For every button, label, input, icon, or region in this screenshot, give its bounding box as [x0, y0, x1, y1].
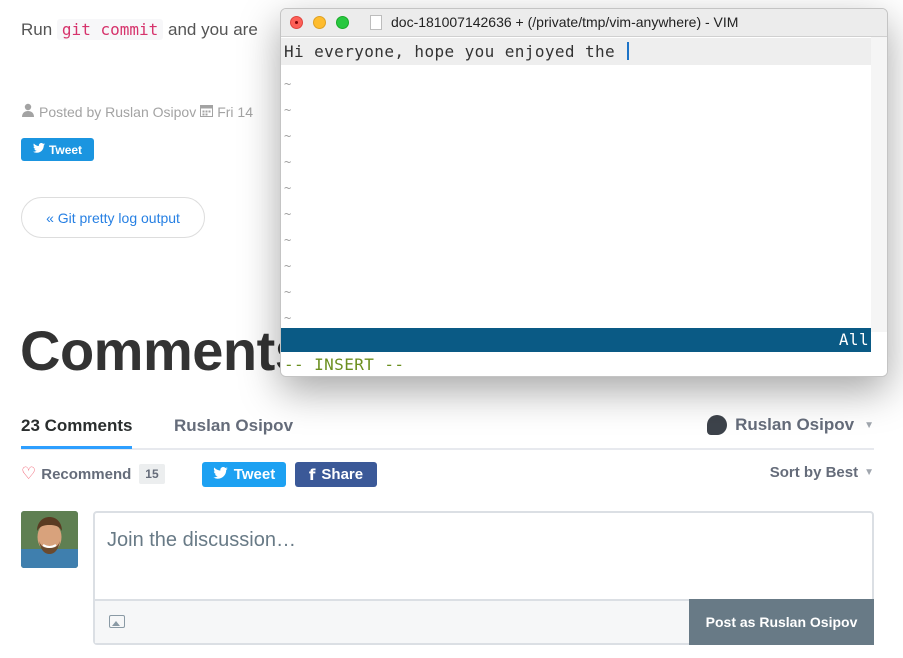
intro-paragraph: Run git commit and you are — [21, 19, 258, 40]
vim-mode-indicator: -- INSERT -- — [284, 355, 405, 374]
empty-line-marker: ~ — [284, 311, 292, 325]
comment-input[interactable]: Join the discussion… — [107, 529, 296, 552]
status-position: All — [838, 330, 869, 349]
tweet-label: Tweet — [233, 466, 276, 483]
vim-window: doc-181007142636 + (/private/tmp/vim-any… — [280, 8, 888, 377]
empty-line-marker: ~ — [284, 155, 292, 169]
avatar[interactable] — [21, 511, 78, 568]
recommend-label: Recommend — [41, 465, 132, 483]
scrollbar[interactable] — [871, 37, 887, 332]
account-name: Ruslan Osipov — [735, 415, 855, 434]
post-date: Fri 14 — [217, 103, 253, 120]
heart-icon: ♡ — [21, 464, 37, 483]
vim-buffer[interactable]: Hi everyone, hope you enjoyed the ~ ~ ~ … — [281, 37, 887, 376]
composer-toolbar: Post as Ruslan Osipov — [95, 599, 874, 645]
recommend-count: 15 — [139, 464, 165, 484]
disqus-actions: ♡ Recommend 15 Tweet f Share Sort by Bes… — [21, 462, 874, 490]
facebook-f-icon: f — [308, 465, 316, 484]
intro-text-suffix: and you are — [167, 20, 258, 39]
status-file: <vate/tmp/vim-anywhere/doc-181007142636 … — [344, 349, 826, 368]
window-title: doc-181007142636 + (/private/tmp/vim-any… — [391, 14, 739, 30]
user-icon — [21, 103, 35, 120]
twitter-bird-icon — [213, 466, 228, 483]
comments-heading: Comments — [20, 319, 306, 382]
tweet-button-small[interactable]: Tweet — [21, 138, 94, 161]
chat-bubble-icon — [707, 415, 728, 435]
empty-line-marker: ~ — [284, 181, 292, 195]
window-titlebar[interactable]: doc-181007142636 + (/private/tmp/vim-any… — [281, 9, 887, 37]
document-icon — [370, 15, 382, 30]
previous-post-link[interactable]: « Git pretty log output — [21, 197, 205, 238]
comment-composer: Join the discussion… Post as Ruslan Osip… — [93, 511, 874, 645]
intro-text-prefix: Run — [21, 20, 53, 39]
empty-line-marker: ~ — [284, 285, 292, 299]
sort-label: Sort by Best — [769, 464, 859, 481]
vim-status-line: <vate/tmp/vim-anywhere/doc-181007142636 … — [281, 328, 871, 368]
empty-line-marker: ~ — [284, 233, 292, 247]
chevron-down-icon: ▼ — [864, 467, 874, 478]
empty-line-marker: ~ — [284, 259, 292, 273]
empty-line-marker: ~ — [284, 77, 292, 91]
chevron-down-icon: ▼ — [864, 419, 874, 431]
recommend-button[interactable]: ♡ Recommend 15 — [21, 464, 165, 484]
account-menu[interactable]: Ruslan Osipov ▼ — [707, 415, 874, 435]
minimize-icon[interactable] — [313, 16, 326, 29]
disqus-tabs: 23 Comments Ruslan Osipov Ruslan Osipov … — [21, 413, 874, 450]
sort-dropdown[interactable]: Sort by Best ▼ — [770, 464, 874, 481]
empty-line-marker: ~ — [284, 129, 292, 143]
tweet-label: Tweet — [48, 142, 83, 157]
empty-line-marker: ~ — [284, 103, 292, 117]
close-icon[interactable] — [290, 16, 303, 29]
calendar-icon — [200, 104, 214, 120]
post-button[interactable]: Post as Ruslan Osipov — [689, 599, 874, 645]
zoom-icon[interactable] — [336, 16, 349, 29]
image-upload-icon[interactable] — [109, 615, 125, 628]
tab-user[interactable]: Ruslan Osipov — [174, 416, 293, 436]
text-cursor — [627, 42, 630, 60]
empty-line-marker: ~ — [284, 207, 292, 221]
share-label: Share — [321, 466, 364, 483]
tweet-button[interactable]: Tweet — [202, 462, 286, 487]
share-button[interactable]: f Share — [295, 462, 377, 487]
post-author: Posted by Ruslan Osipov — [39, 103, 197, 120]
buffer-line: Hi everyone, hope you enjoyed the — [284, 42, 630, 61]
post-meta: Posted by Ruslan Osipov Fri 14 — [21, 103, 253, 120]
inline-code: git commit — [56, 19, 164, 40]
buffer-text: Hi everyone, hope you enjoyed the — [284, 42, 626, 61]
tab-comments[interactable]: 23 Comments — [21, 416, 133, 449]
twitter-bird-icon — [32, 143, 45, 156]
